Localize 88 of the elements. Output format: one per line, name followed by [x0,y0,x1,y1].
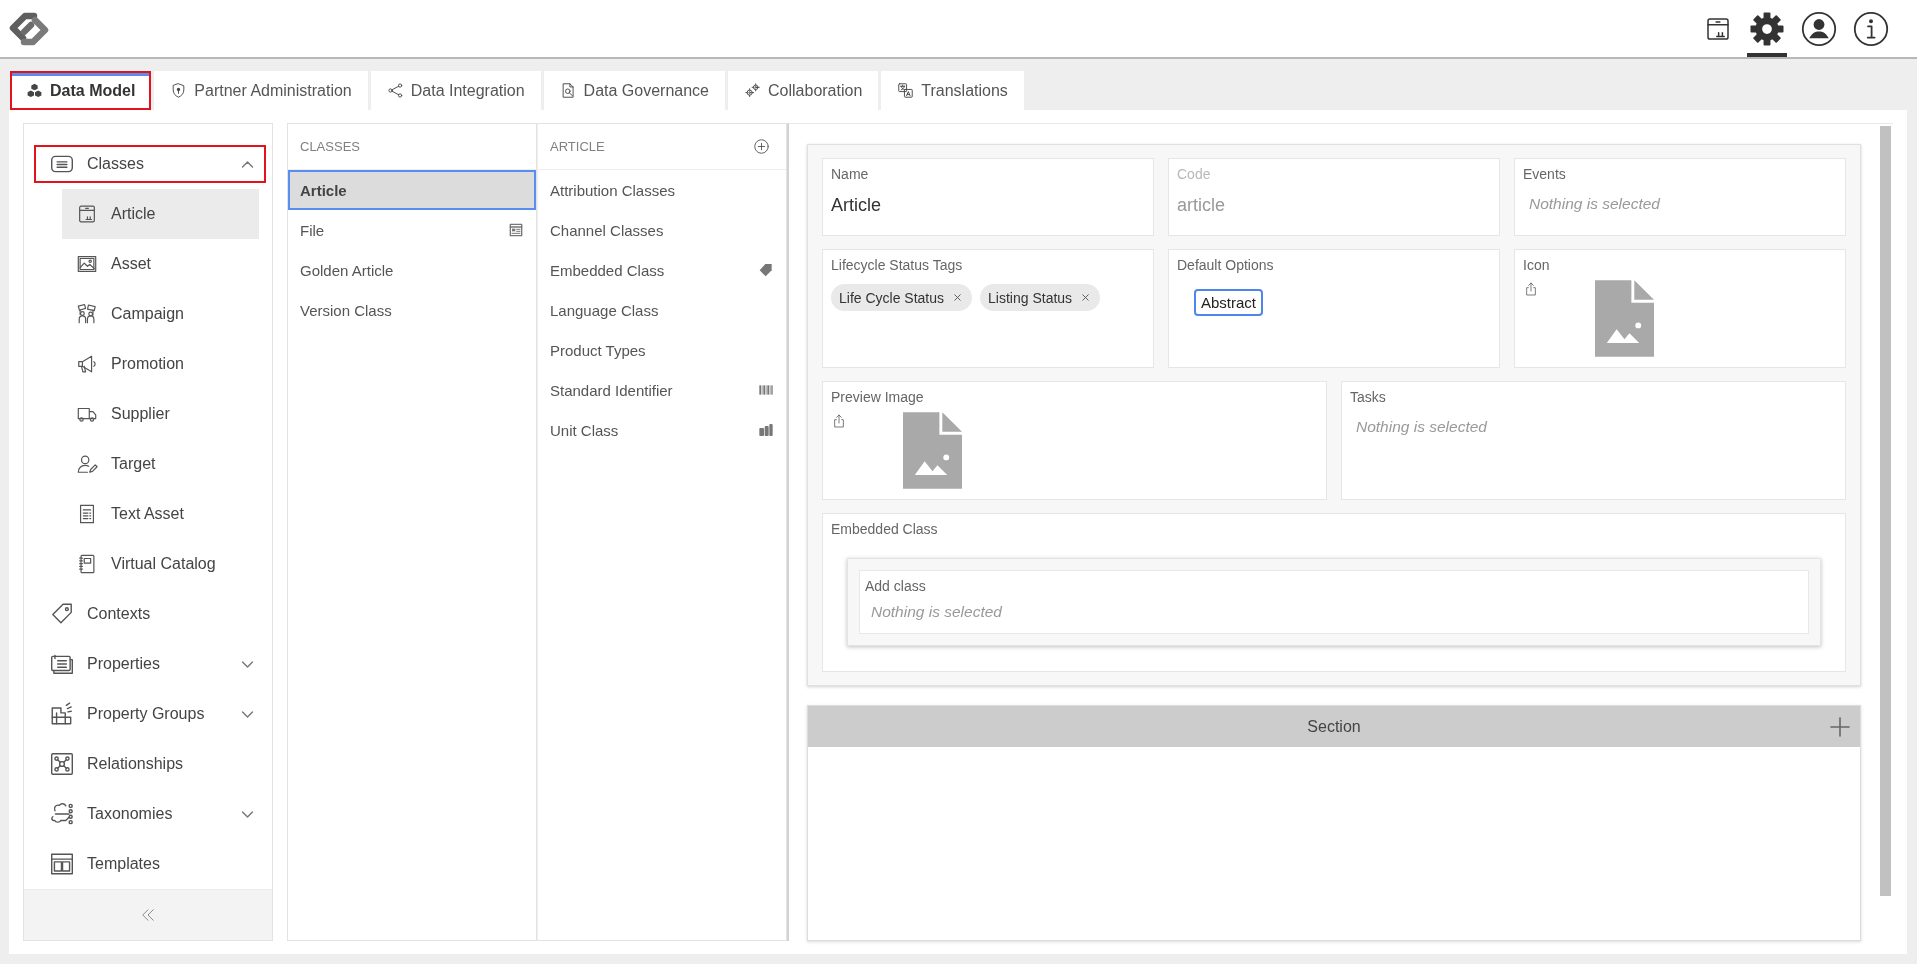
class-list-item[interactable]: Version Class [288,290,536,330]
close-icon[interactable] [952,292,964,303]
sidebar-item[interactable]: Article [62,189,259,239]
field-placeholder: Nothing is selected [1356,418,1487,436]
sidebar-item[interactable]: Properties [34,645,266,683]
field-value: article [1177,195,1225,216]
field-placeholder: Nothing is selected [871,603,1002,621]
close-icon[interactable] [1080,292,1092,303]
sidebar-item[interactable]: Relationships [34,745,266,783]
field-label: Add class [865,577,926,595]
field-label: Embedded Class [831,520,938,538]
sidebar-item[interactable]: Promotion [62,339,259,389]
tab[interactable]: Data Integration [370,71,541,110]
settings-icon [1749,10,1785,47]
field-label: Icon [1523,256,1550,274]
section-title: Section [1307,717,1361,736]
class-list-item[interactable]: Embedded Class [538,250,786,290]
sidebar-item[interactable]: Campaign [62,289,259,339]
tags-field[interactable]: Lifecycle Status Tags Life Cycle Status Listing Status [822,249,1154,368]
select-field[interactable]: Events Nothing is selected [1514,158,1846,236]
sidebar-item[interactable]: Supplier [62,389,259,439]
class-list-item[interactable]: Product Types [538,330,786,370]
sidebar-item[interactable]: Taxonomies [34,795,266,833]
select-field[interactable]: Tasks Nothing is selected [1341,381,1846,500]
barcode-icon [758,382,774,398]
image-field[interactable]: Preview Image [822,381,1327,500]
sidebar-item[interactable]: Target [62,439,259,489]
sidebar-item[interactable]: Classes [34,145,266,183]
group-signs-icon [76,302,98,326]
field-label: Default Options [1177,256,1274,274]
tab[interactable]: Translations [881,71,1024,110]
sidebar-item[interactable]: Property Groups [34,695,266,733]
class-list-item[interactable]: Article [288,170,536,210]
add-icon[interactable] [1828,714,1852,739]
hierarchy-icon [49,801,75,827]
add-icon[interactable] [753,138,770,155]
class-list-item[interactable]: Unit Class [538,410,786,450]
notebook-icon [76,552,98,576]
class-list-item[interactable]: Golden Article [288,250,536,290]
cubes-icon [26,82,43,99]
translate-icon [897,82,915,99]
upload-icon[interactable] [1523,280,1539,298]
field-label: Name [831,165,869,183]
sidebar-item[interactable]: Asset [62,239,259,289]
select-field[interactable]: Add class Nothing is selected [859,570,1809,634]
coins-icon [758,422,774,438]
field-label: Preview Image [831,388,924,406]
scrollbar-thumb[interactable] [1879,126,1891,896]
sidebar-item[interactable]: Virtual Catalog [62,539,259,589]
tab[interactable]: Partner Administration [154,71,368,110]
sidebar-item[interactable]: Contexts [34,595,266,633]
column-title: ARTICLE [550,139,605,154]
class-list-item[interactable]: Standard Identifier [538,370,786,410]
tag-icon [758,262,774,278]
field-label: Code [1177,165,1211,183]
network-icon [49,751,75,777]
tag-label: Life Cycle Status [839,289,945,306]
field-label: Lifecycle Status Tags [831,256,963,274]
field-label: Tasks [1350,388,1386,406]
form-icon [508,222,524,238]
field-value: Article [831,195,881,216]
sidebar-item[interactable]: Templates [34,845,266,883]
tab[interactable]: Data Model [10,71,152,110]
column-title: CLASSES [300,139,360,154]
class-list-item[interactable]: Channel Classes [538,210,786,250]
image-file-icon [903,412,962,489]
share-nodes-icon [386,82,404,99]
class-list-item[interactable]: File [288,210,536,250]
class-list-item[interactable]: Attribution Classes [538,170,786,210]
double-chevron-left-icon [139,906,157,924]
profile-icon [1801,10,1837,47]
option-button[interactable]: Abstract [1194,289,1264,316]
sidebar-item[interactable]: Text Asset [62,489,259,539]
tab[interactable]: Data Governance [543,71,725,110]
field-placeholder: Nothing is selected [1529,195,1660,213]
gears-icon [744,82,761,99]
image-file-icon [1595,280,1654,357]
image-field[interactable]: Icon [1514,249,1846,368]
info-icon [1853,10,1889,47]
options-field[interactable]: Default Options Abstract [1168,249,1500,368]
field-label: Events [1523,165,1566,183]
text-field[interactable]: Name Article [822,158,1154,236]
layout-icon [49,851,75,877]
upload-icon[interactable] [831,412,847,430]
blocks-icon [49,701,75,727]
class-list-item[interactable]: Language Class [538,290,786,330]
tab[interactable]: Collaboration [728,71,879,110]
tag-label: Listing Status [988,289,1073,306]
